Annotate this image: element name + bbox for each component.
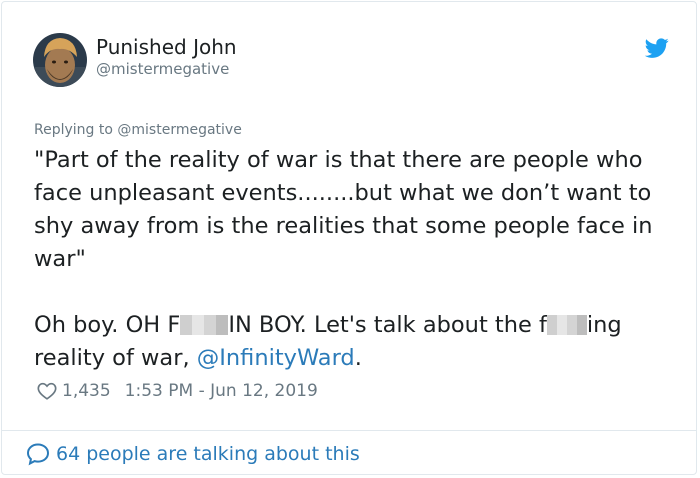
replying-to-label: Replying to <box>34 122 118 138</box>
replying-to-handle[interactable]: @mistermegative <box>117 122 241 138</box>
avatar[interactable] <box>33 33 87 87</box>
tweet-text-segment: . <box>354 345 362 371</box>
author-name[interactable]: Punished John <box>96 35 237 59</box>
twitter-bird-icon[interactable] <box>644 36 669 60</box>
tweet-text: "Part of the reality of war is that ther… <box>34 144 684 375</box>
embedded-tweet-card: Punished John @mistermegative Replying t… <box>1 1 697 475</box>
divider <box>2 430 696 431</box>
mention-link[interactable]: @InfinityWard <box>197 345 355 371</box>
conversation-label[interactable]: 64 people are talking about this <box>56 443 360 465</box>
heart-icon[interactable] <box>36 380 58 402</box>
tweet-text-segment: Oh boy. OH F <box>34 312 181 338</box>
tweet-timestamp[interactable]: 1:53 PM - Jun 12, 2019 <box>125 381 318 401</box>
tweet-text-segment: IN BOY. Let's talk about the f <box>228 312 547 338</box>
tweet-comment-paragraph: Oh boy. OH F IN BOY. Let's talk about the… <box>34 309 684 375</box>
tweet-meta: 1,435 1:53 PM - Jun 12, 2019 <box>36 380 318 402</box>
tweet-quote-paragraph: "Part of the reality of war is that ther… <box>34 147 653 272</box>
censored-block <box>546 315 587 335</box>
censored-block <box>180 315 229 335</box>
author-handle[interactable]: @mistermegative <box>96 60 229 78</box>
speech-bubble-icon <box>26 443 50 466</box>
like-count[interactable]: 1,435 <box>62 381 111 401</box>
replying-to-line: Replying to @mistermegative <box>34 122 242 138</box>
conversation-link[interactable]: 64 people are talking about this <box>26 442 360 466</box>
